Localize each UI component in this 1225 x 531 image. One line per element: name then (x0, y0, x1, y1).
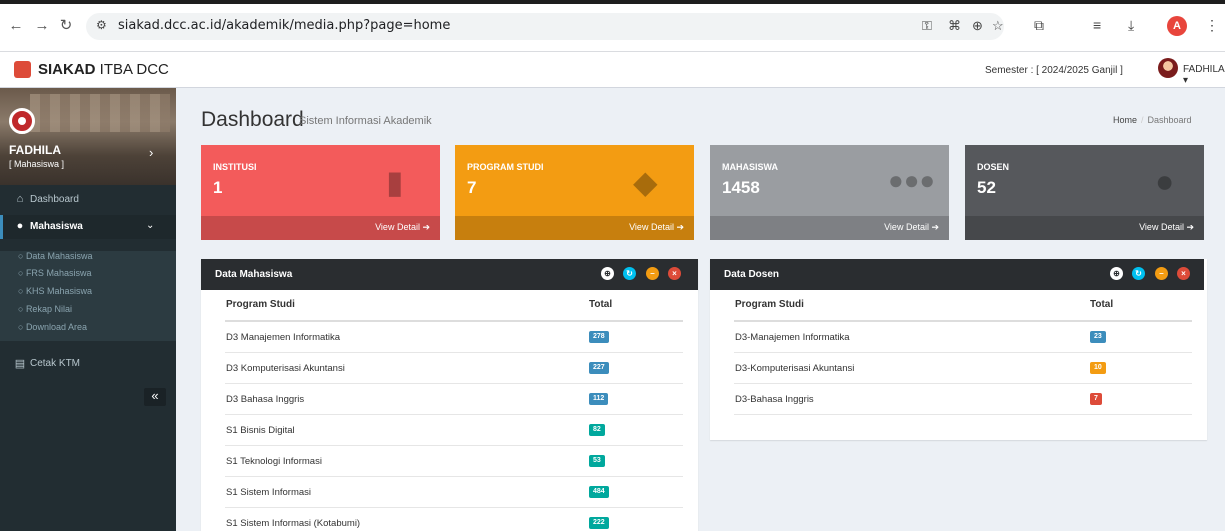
total-badge: 23 (1090, 331, 1106, 343)
menu-kebab-icon[interactable]: ⋮ (1205, 17, 1219, 34)
avatar[interactable] (1158, 58, 1178, 78)
app-header: SIAKAD ITBA DCC Semester : [ 2024/2025 G… (0, 52, 1225, 88)
view-detail-link-dosen[interactable]: View Detail ➔ (965, 216, 1204, 240)
submenu-item-frs-mahasiswa[interactable]: ○ FRS Mahasiswa (18, 268, 91, 278)
column-header-program: Program Studi (226, 299, 295, 310)
refresh-tool-icon[interactable]: ↻ (1132, 267, 1145, 280)
user-silhouette-icon: ● (1155, 163, 1175, 199)
cell-program: S1 Bisnis Digital (226, 425, 295, 436)
view-detail-link-program-studi[interactable]: View Detail ➔ (455, 216, 694, 240)
total-badge: 82 (589, 424, 605, 436)
home-icon: ⌂ (16, 193, 24, 205)
cell-program: D3-Komputerisasi Akuntansi (735, 363, 855, 374)
breadcrumb: Home / Dashboard (1113, 115, 1192, 125)
browser-toolbar: ← → ↻ ⚙ siakad.dcc.ac.id/akademik/media.… (0, 0, 1225, 52)
cell-program: S1 Teknologi Informasi (226, 456, 322, 467)
sidebar-item-dashboard[interactable]: ⌂ Dashboard (0, 188, 176, 212)
close-tool-icon[interactable]: × (668, 267, 681, 280)
sidebar-user-role: [ Mahasiswa ] (9, 159, 65, 169)
user-panel: FADHILA [ Mahasiswa ] › (0, 88, 176, 185)
chevron-down-icon: ⌄ (146, 220, 155, 231)
total-badge: 53 (589, 455, 605, 467)
tag-icon: ◆ (633, 164, 658, 200)
browser-profile-avatar[interactable]: A (1167, 16, 1187, 36)
semester-label: Semester : [ 2024/2025 Ganjil ] (985, 65, 1123, 76)
url-text: siakad.dcc.ac.id/akademik/media.php?page… (118, 18, 451, 33)
stat-box-mahasiswa: MAHASISWA 1458 ●●● View Detail ➔ (710, 145, 949, 240)
total-badge: 484 (589, 486, 609, 498)
total-badge: 278 (589, 331, 609, 343)
stat-box-institusi: INSTITUSI 1 ▮ View Detail ➔ (201, 145, 440, 240)
sidebar-item-mahasiswa[interactable]: ● Mahasiswa ⌄ (0, 215, 176, 239)
user-menu[interactable]: FADHILA ▾ (1183, 64, 1225, 86)
download-icon[interactable]: ⤓ (1128, 17, 1134, 34)
page-title: Dashboard (201, 108, 304, 131)
close-tool-icon[interactable]: × (1177, 267, 1190, 280)
submenu-item-data-mahasiswa[interactable]: ○ Data Mahasiswa (18, 251, 92, 261)
total-badge: 222 (589, 517, 609, 529)
translate-icon[interactable]: ⌘ (948, 18, 961, 34)
user-icon: ● (16, 220, 24, 232)
cell-program: S1 Sistem Informasi (Kotabumi) (226, 518, 361, 529)
collapse-tool-icon[interactable]: – (1155, 267, 1168, 280)
column-header-total: Total (589, 299, 613, 310)
cell-program: D3 Komputerisasi Akuntansi (226, 363, 345, 374)
collapse-tool-icon[interactable]: – (646, 267, 659, 280)
users-icon: ●●● (888, 165, 936, 195)
stat-box-program-studi: PROGRAM STUDI 7 ◆ View Detail ➔ (455, 145, 694, 240)
total-badge: 227 (589, 362, 609, 374)
cell-program: D3-Manajemen Informatika (735, 332, 850, 343)
sidebar-user-name: FADHILA (9, 143, 61, 157)
panel-title: Data Mahasiswa (215, 269, 293, 280)
settings-tool-icon[interactable]: ⊕ (601, 267, 614, 280)
view-detail-link-institusi[interactable]: View Detail ➔ (201, 216, 440, 240)
submenu-item-khs-mahasiswa[interactable]: ○ KHS Mahasiswa (18, 286, 92, 296)
site-settings-icon[interactable]: ⚙ (96, 18, 107, 32)
zoom-icon[interactable]: ⊕ (972, 18, 983, 34)
cell-program: D3 Bahasa Inggris (226, 394, 305, 405)
panel-data-dosen: Data Dosen ⊕ ↻ – × Program Studi Total D… (710, 259, 1207, 440)
total-badge: 7 (1090, 393, 1102, 405)
cell-program: S1 Sistem Informasi (226, 487, 311, 498)
submenu-mahasiswa: ○ Data Mahasiswa ○ FRS Mahasiswa ○ KHS M… (0, 251, 176, 341)
chevron-right-icon[interactable]: › (149, 145, 153, 160)
sidebar-collapse-button[interactable]: « (144, 388, 166, 406)
page-subtitle: Sistem Informasi Akademik (299, 115, 432, 127)
app-logo-icon (14, 61, 31, 78)
cell-program: D3-Bahasa Inggris (735, 394, 814, 405)
institution-logo-icon (9, 108, 35, 134)
reading-list-icon[interactable]: ≡ (1093, 17, 1101, 33)
breadcrumb-current: Dashboard (1147, 115, 1192, 125)
view-detail-link-mahasiswa[interactable]: View Detail ➔ (710, 216, 949, 240)
brand[interactable]: SIAKAD ITBA DCC (38, 61, 169, 78)
bookmark-star-icon[interactable]: ☆ (992, 18, 1004, 34)
refresh-tool-icon[interactable]: ↻ (623, 267, 636, 280)
panel-data-mahasiswa: Data Mahasiswa ⊕ ↻ – × Program Studi Tot… (201, 259, 698, 531)
sidebar: FADHILA [ Mahasiswa ] › ⌂ Dashboard ● Ma… (0, 88, 176, 531)
submenu-item-download-area[interactable]: ○ Download Area (18, 322, 87, 332)
column-header-program: Program Studi (735, 299, 804, 310)
building-icon: ▮ (386, 164, 404, 200)
address-bar[interactable]: ⚙ siakad.dcc.ac.id/akademik/media.php?pa… (86, 13, 1004, 40)
panel-title: Data Dosen (724, 269, 780, 280)
settings-tool-icon[interactable]: ⊕ (1110, 267, 1123, 280)
reload-icon[interactable]: ↻ (56, 16, 76, 36)
forward-icon[interactable]: → (32, 16, 52, 36)
extensions-icon[interactable]: ⧉ (1034, 17, 1044, 34)
total-badge: 10 (1090, 362, 1106, 374)
id-card-icon: ▤ (14, 358, 26, 370)
total-badge: 112 (589, 393, 609, 405)
cell-program: D3 Manajemen Informatika (226, 332, 341, 343)
column-header-total: Total (1090, 299, 1114, 310)
breadcrumb-home-link[interactable]: Home (1113, 115, 1137, 125)
key-icon[interactable]: ⚿ (922, 18, 932, 34)
stat-box-dosen: DOSEN 52 ● View Detail ➔ (965, 145, 1204, 240)
back-icon[interactable]: ← (6, 16, 26, 36)
sidebar-item-cetak-ktm[interactable]: ▤ Cetak KTM (0, 352, 176, 376)
submenu-item-rekap-nilai[interactable]: ○ Rekap Nilai (18, 304, 72, 314)
